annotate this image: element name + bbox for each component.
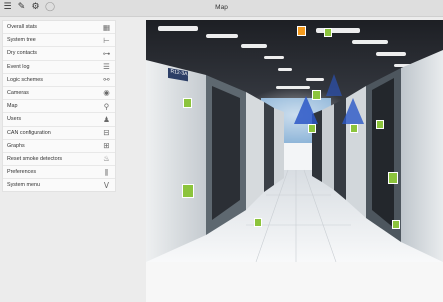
menu-item-label: System menu bbox=[7, 182, 40, 189]
menu-item-preferences[interactable]: Preferences ⫼ bbox=[3, 166, 115, 180]
side-menu: Overall stats ▦ System tree ⊢ Dry contac… bbox=[2, 20, 116, 193]
sensor-marker-8[interactable] bbox=[388, 172, 398, 184]
can-icon: ⊟ bbox=[103, 128, 110, 137]
menu-item-logic-schemes[interactable]: Logic schemes ⚯ bbox=[3, 74, 115, 87]
flame-alert-marker[interactable] bbox=[297, 26, 306, 36]
menu-item-label: Preferences bbox=[7, 169, 37, 176]
map-view[interactable]: R12-3A bbox=[146, 20, 443, 262]
menu-item-reset-smoke-detectors[interactable]: Reset smoke detectors ♨ bbox=[3, 153, 115, 167]
menu-item-can-configuration[interactable]: CAN configuration ⊟ bbox=[3, 127, 115, 140]
tree-icon: ⊢ bbox=[103, 35, 110, 45]
sensor-marker-7[interactable] bbox=[376, 120, 384, 129]
menu-item-map[interactable]: Map ⚲ bbox=[3, 100, 115, 114]
link-icon: ⚯ bbox=[103, 75, 110, 85]
title-bar: ☰ ✎ ⚙ ◯ Map bbox=[0, 0, 443, 17]
flame-icon: ♨ bbox=[103, 154, 110, 164]
menu-item-event-log[interactable]: Event log ☰ bbox=[3, 61, 115, 74]
chevron-down-icon: V bbox=[103, 180, 110, 190]
menu-item-label: System tree bbox=[7, 37, 36, 44]
user-icon: ♟ bbox=[103, 114, 110, 124]
sensor-marker-9[interactable] bbox=[254, 218, 262, 227]
map-footer-area bbox=[146, 262, 443, 302]
sensor-marker-6[interactable] bbox=[350, 124, 358, 133]
eye-icon: ◉ bbox=[103, 88, 110, 98]
location-pin-icon: ⚲ bbox=[103, 101, 110, 111]
app-window: ☰ ✎ ⚙ ◯ Map Overall stats ▦ System tree … bbox=[0, 0, 443, 302]
menu-item-dry-contacts[interactable]: Dry contacts ⊶ bbox=[3, 47, 115, 61]
menu-item-label: Reset smoke detectors bbox=[7, 155, 63, 162]
menu-item-graphs[interactable]: Graphs ⊞ bbox=[3, 140, 115, 153]
menu-item-label: Graphs bbox=[7, 142, 25, 149]
sensor-marker-4[interactable] bbox=[324, 28, 332, 37]
menu-item-label: CAN configuration bbox=[7, 129, 51, 136]
menu-item-label: Map bbox=[7, 103, 18, 110]
contacts-icon: ⊶ bbox=[102, 48, 111, 58]
sensor-marker-1[interactable] bbox=[183, 98, 192, 108]
list-icon: ☰ bbox=[103, 62, 110, 72]
grid-icon: ▦ bbox=[102, 22, 111, 32]
menu-item-overall-stats[interactable]: Overall stats ▦ bbox=[3, 21, 115, 35]
menu-item-label: Logic schemes bbox=[7, 76, 43, 83]
chart-icon: ⊞ bbox=[103, 141, 110, 151]
menu-item-label: Dry contacts bbox=[7, 50, 37, 57]
menu-item-users[interactable]: Users ♟ bbox=[3, 113, 115, 127]
sliders-icon: ⫼ bbox=[104, 167, 109, 177]
menu-item-label: Users bbox=[7, 116, 22, 123]
menu-item-system-menu[interactable]: System menu V bbox=[3, 179, 115, 191]
menu-item-system-tree[interactable]: System tree ⊢ bbox=[3, 34, 115, 48]
menu-item-label: Overall stats bbox=[7, 24, 37, 30]
sensor-marker-10[interactable] bbox=[392, 220, 400, 229]
sensor-marker-2[interactable] bbox=[182, 184, 194, 198]
menu-item-label: Cameras bbox=[7, 89, 29, 96]
sensor-marker-3[interactable] bbox=[312, 90, 321, 100]
window-title: Map bbox=[215, 4, 228, 11]
menu-item-cameras[interactable]: Cameras ◉ bbox=[3, 87, 115, 101]
sensor-marker-5[interactable] bbox=[308, 124, 316, 133]
menu-item-label: Event log bbox=[7, 63, 30, 70]
